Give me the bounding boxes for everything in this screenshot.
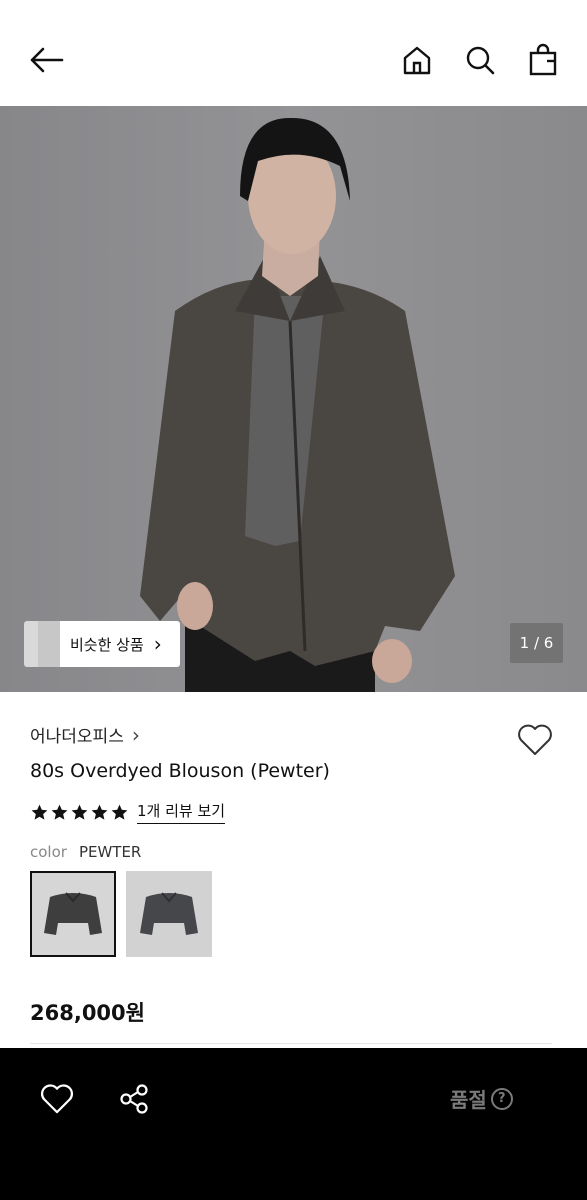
help-question-icon[interactable]: ? <box>490 1087 513 1110</box>
product-image-gallery[interactable]: 비슷한 상품 › 1 / 6 <box>0 106 587 692</box>
bottom-action-bar: 품절 ? <box>0 1048 587 1200</box>
star-icon <box>71 804 88 820</box>
similar-thumbnails <box>24 621 60 667</box>
product-name: 80s Overdyed Blouson (Pewter) <box>30 760 330 782</box>
color-row: color PEWTER <box>30 843 141 861</box>
review-link[interactable]: 1개 리뷰 보기 <box>137 800 226 824</box>
shopping-bag-icon[interactable] <box>523 40 563 80</box>
chevron-right-icon: › <box>153 632 162 656</box>
star-icon <box>51 804 68 820</box>
star-icon <box>111 804 128 820</box>
star-icon <box>91 804 108 820</box>
home-icon[interactable] <box>397 40 437 80</box>
divider <box>30 1043 552 1044</box>
star-rating <box>30 803 129 822</box>
brand-link[interactable]: 어나더오피스 › <box>30 722 140 748</box>
image-counter: 1 / 6 <box>510 623 563 663</box>
sold-out-label: 품절 <box>450 1088 487 1112</box>
sold-out-status: 품절 ? <box>450 1084 513 1113</box>
brand-name: 어나더오피스 <box>30 727 124 747</box>
wishlist-heart-icon[interactable] <box>515 720 555 760</box>
color-value: PEWTER <box>78 843 142 861</box>
back-arrow-icon[interactable] <box>27 40 67 80</box>
similar-products-label: 비슷한 상품 <box>70 635 144 654</box>
color-swatch-selected[interactable] <box>30 871 116 957</box>
product-photo <box>140 117 455 692</box>
search-icon[interactable] <box>460 40 500 80</box>
rating-row: 1개 리뷰 보기 <box>30 800 226 824</box>
star-icon <box>31 804 48 820</box>
top-nav-bar <box>0 0 587 106</box>
share-icon[interactable] <box>113 1078 155 1120</box>
similar-products-label-box[interactable]: 비슷한 상품 › <box>54 621 180 667</box>
product-price: 268,000원 <box>30 1001 145 1025</box>
chevron-right-icon: › <box>131 722 140 747</box>
color-label: color <box>30 843 67 861</box>
similar-products-button[interactable]: 비슷한 상품 › <box>24 621 180 667</box>
heart-icon[interactable] <box>36 1078 78 1120</box>
color-swatch[interactable] <box>126 871 212 957</box>
